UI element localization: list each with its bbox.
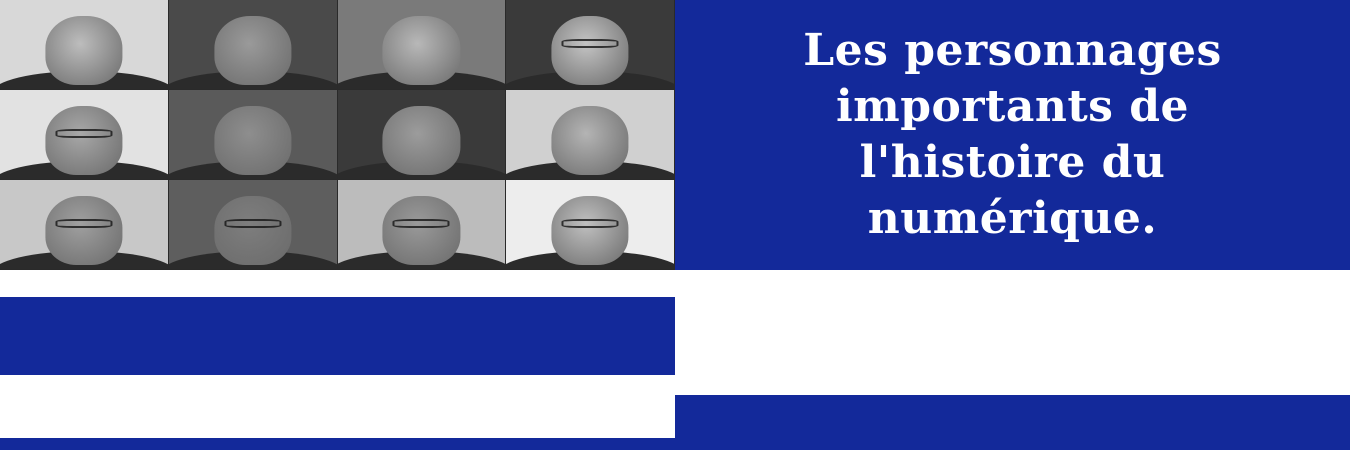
portrait-face [382,16,460,86]
portrait-photo [337,180,507,270]
portrait-face [382,196,460,266]
portrait-photo [168,90,338,180]
portrait-face [45,196,123,266]
portrait-face [214,106,292,176]
portrait-photo [0,180,169,270]
portrait-photo [0,90,169,180]
portrait-face [214,16,292,86]
portrait-photo [0,0,169,90]
portrait-face [551,196,629,266]
portrait-face [45,106,123,176]
portrait-glasses [55,219,113,229]
portrait-photo [168,180,338,270]
blue-band-right-bottom [675,395,1350,450]
portrait-face [214,196,292,266]
portrait-glasses [561,219,619,229]
portrait-photo [506,180,675,270]
portrait-glasses [561,39,619,49]
portrait-face [382,106,460,176]
portrait-photo [506,0,675,90]
portrait-collage [0,0,675,270]
portrait-glasses [224,219,282,229]
title-panel: Les personnages importants de l'histoire… [675,0,1350,270]
portrait-face [551,16,629,86]
portrait-photo [506,90,675,180]
portrait-photo [337,90,507,180]
portrait-face [45,16,123,86]
portrait-face [551,106,629,176]
portrait-glasses [55,129,113,139]
portrait-photo [337,0,507,90]
portrait-photo [168,0,338,90]
blue-band-left-top [0,297,675,375]
page-title: Les personnages importants de l'histoire… [803,25,1222,244]
portrait-glasses [392,219,450,229]
blue-band-left-bottom [0,438,675,450]
